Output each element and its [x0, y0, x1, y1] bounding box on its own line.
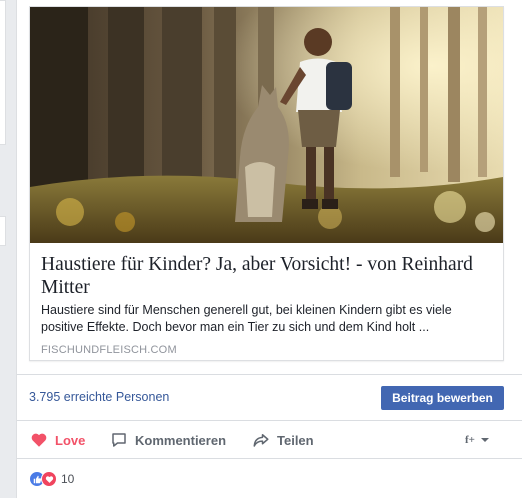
divider — [17, 458, 522, 459]
love-button[interactable]: Love — [29, 428, 85, 452]
boost-post-button[interactable]: Beitrag bewerben — [381, 386, 504, 410]
reactions-summary[interactable]: 10 — [29, 470, 74, 488]
link-title[interactable]: Haustiere für Kinder? Ja, aber Vorsicht!… — [41, 253, 496, 299]
reaction-count[interactable]: 10 — [61, 472, 74, 486]
left-panel-fragment — [0, 216, 6, 246]
divider — [17, 374, 522, 375]
reach-stat-link[interactable]: 3.795 erreichte Personen — [29, 390, 169, 404]
boy-with-dog-photo — [30, 7, 503, 243]
chevron-down-icon — [479, 430, 491, 450]
heart-icon — [29, 430, 49, 450]
comment-icon — [109, 430, 129, 450]
link-domain: FISCHUNDFLEISCH.COM — [41, 344, 177, 356]
comment-label: Kommentieren — [135, 432, 227, 448]
link-description: Haustiere sind für Menschen generell gut… — [41, 303, 452, 334]
love-label: Love — [55, 432, 86, 448]
post-card: Haustiere für Kinder? Ja, aber Vorsicht!… — [16, 0, 522, 498]
post-actions-bar: Love Kommentieren Teilen f+ — [29, 428, 509, 452]
love-reaction-icon — [41, 471, 57, 487]
divider — [17, 420, 522, 421]
left-sidebar-edge — [0, 0, 7, 498]
link-preview-image[interactable] — [30, 7, 503, 243]
comment-button[interactable]: Kommentieren — [109, 428, 226, 452]
left-panel-fragment — [0, 0, 6, 145]
page-avatar: f+ — [465, 434, 475, 446]
share-button[interactable]: Teilen — [251, 428, 314, 452]
link-preview[interactable]: Haustiere für Kinder? Ja, aber Vorsicht!… — [29, 6, 504, 361]
page-selector-dropdown[interactable]: f+ — [465, 428, 491, 452]
share-arrow-icon — [251, 430, 271, 450]
share-label: Teilen — [277, 432, 314, 448]
